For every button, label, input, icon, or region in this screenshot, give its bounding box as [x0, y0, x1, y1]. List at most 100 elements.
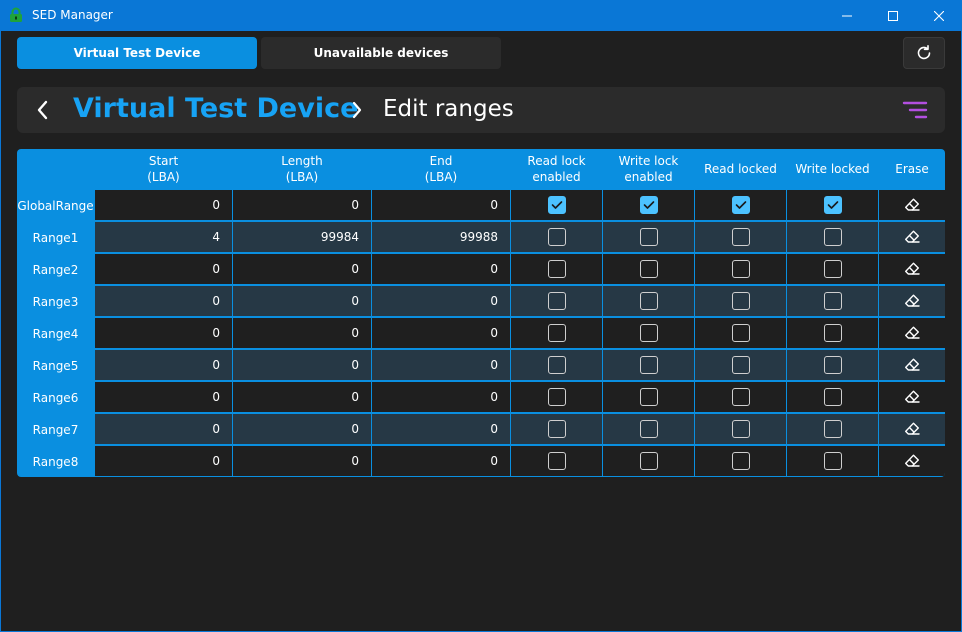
table-cell [511, 286, 602, 316]
table-cell [603, 222, 694, 252]
write-locked-checkbox[interactable] [823, 388, 842, 406]
length-lba-field[interactable]: 0 [233, 254, 371, 284]
write-locked-checkbox[interactable] [823, 228, 842, 246]
breadcrumb-device[interactable]: Virtual Test Device [73, 93, 358, 124]
menu-button[interactable] [901, 98, 929, 122]
start-lba-field[interactable]: 0 [95, 318, 232, 348]
row-header: GlobalRange [17, 199, 94, 213]
read-lock-enabled-checkbox[interactable] [547, 356, 566, 374]
read-lock-enabled-checkbox[interactable] [547, 292, 566, 310]
read-lock-enabled-checkbox[interactable] [547, 228, 566, 246]
read-lock-enabled-checkbox[interactable] [547, 420, 566, 438]
write-lock-enabled-checkbox[interactable] [639, 228, 658, 246]
write-locked-checkbox[interactable] [823, 452, 842, 470]
write-lock-enabled-checkbox[interactable] [639, 388, 658, 406]
write-locked-checkbox[interactable] [823, 292, 842, 310]
read-locked-checkbox[interactable] [731, 324, 750, 342]
end-lba-field[interactable]: 99988 [372, 222, 510, 252]
start-lba-field[interactable]: 0 [95, 190, 232, 220]
read-locked-checkbox[interactable] [731, 196, 750, 214]
erase-button[interactable] [879, 446, 945, 476]
erase-button[interactable] [879, 222, 945, 252]
length-lba-field[interactable]: 99984 [233, 222, 371, 252]
write-lock-enabled-checkbox[interactable] [639, 324, 658, 342]
erase-button[interactable] [879, 286, 945, 316]
start-lba-field[interactable]: 0 [95, 286, 232, 316]
read-locked-checkbox[interactable] [731, 260, 750, 278]
minimize-button[interactable] [824, 0, 870, 31]
close-button[interactable] [916, 0, 962, 31]
tab-virtual-test-device[interactable]: Virtual Test Device [17, 37, 257, 69]
chevron-right-icon [347, 99, 367, 121]
write-lock-enabled-checkbox[interactable] [639, 452, 658, 470]
end-lba-field[interactable]: 0 [372, 446, 510, 476]
erase-button[interactable] [879, 318, 945, 348]
read-locked-checkbox[interactable] [731, 452, 750, 470]
write-lock-enabled-checkbox[interactable] [639, 196, 658, 214]
erase-button[interactable] [879, 190, 945, 220]
read-lock-enabled-checkbox[interactable] [547, 388, 566, 406]
end-lba-field[interactable]: 0 [372, 414, 510, 444]
read-locked-checkbox[interactable] [731, 420, 750, 438]
length-lba-field[interactable]: 0 [233, 446, 371, 476]
length-lba-field[interactable]: 0 [233, 318, 371, 348]
close-icon [934, 10, 944, 21]
eraser-icon [905, 230, 920, 243]
read-locked-checkbox[interactable] [731, 228, 750, 246]
write-locked-checkbox[interactable] [823, 196, 842, 214]
start-lba-field[interactable]: 0 [95, 382, 232, 412]
start-lba-field[interactable]: 0 [95, 446, 232, 476]
write-lock-enabled-checkbox[interactable] [639, 420, 658, 438]
read-lock-enabled-checkbox[interactable] [547, 196, 566, 214]
end-lba-field[interactable]: 0 [372, 190, 510, 220]
end-lba-field[interactable]: 0 [372, 350, 510, 380]
read-lock-enabled-checkbox[interactable] [547, 260, 566, 278]
chevron-left-icon [37, 100, 48, 120]
start-lba-field[interactable]: 0 [95, 414, 232, 444]
write-lock-enabled-checkbox[interactable] [639, 260, 658, 278]
write-lock-enabled-checkbox[interactable] [639, 356, 658, 374]
start-lba-field[interactable]: 0 [95, 350, 232, 380]
end-lba-field[interactable]: 0 [372, 382, 510, 412]
write-locked-checkbox[interactable] [823, 324, 842, 342]
read-locked-checkbox[interactable] [731, 356, 750, 374]
length-lba-field[interactable]: 0 [233, 414, 371, 444]
column-header-end: End (LBA) [424, 154, 458, 184]
length-lba-field[interactable]: 0 [233, 190, 371, 220]
erase-button[interactable] [879, 382, 945, 412]
refresh-button[interactable] [903, 37, 945, 69]
read-lock-enabled-checkbox[interactable] [547, 452, 566, 470]
erase-button[interactable] [879, 350, 945, 380]
read-locked-checkbox[interactable] [731, 292, 750, 310]
eraser-icon [905, 358, 920, 371]
tab-unavailable-devices[interactable]: Unavailable devices [261, 37, 501, 69]
erase-button[interactable] [879, 254, 945, 284]
start-lba-field[interactable]: 0 [95, 254, 232, 284]
table-cell [603, 318, 694, 348]
read-lock-enabled-checkbox[interactable] [547, 324, 566, 342]
table-cell [695, 382, 786, 412]
end-lba-field[interactable]: 0 [372, 254, 510, 284]
checkmark-icon [827, 201, 838, 209]
write-locked-checkbox[interactable] [823, 260, 842, 278]
table-cell [603, 254, 694, 284]
column-header-erase: Erase [895, 162, 929, 176]
back-button[interactable] [31, 98, 55, 122]
maximize-button[interactable] [870, 0, 916, 31]
column-header-length: Length (LBA) [281, 154, 323, 184]
table-cell [787, 286, 878, 316]
menu-icon [902, 101, 928, 119]
erase-button[interactable] [879, 414, 945, 444]
length-lba-field[interactable]: 0 [233, 286, 371, 316]
length-lba-field[interactable]: 0 [233, 350, 371, 380]
end-lba-field[interactable]: 0 [372, 286, 510, 316]
write-lock-enabled-checkbox[interactable] [639, 292, 658, 310]
start-lba-field[interactable]: 4 [95, 222, 232, 252]
end-lba-field[interactable]: 0 [372, 318, 510, 348]
write-locked-checkbox[interactable] [823, 356, 842, 374]
read-locked-checkbox[interactable] [731, 388, 750, 406]
lock-icon [10, 7, 22, 22]
length-lba-field[interactable]: 0 [233, 382, 371, 412]
table-cell [511, 350, 602, 380]
write-locked-checkbox[interactable] [823, 420, 842, 438]
